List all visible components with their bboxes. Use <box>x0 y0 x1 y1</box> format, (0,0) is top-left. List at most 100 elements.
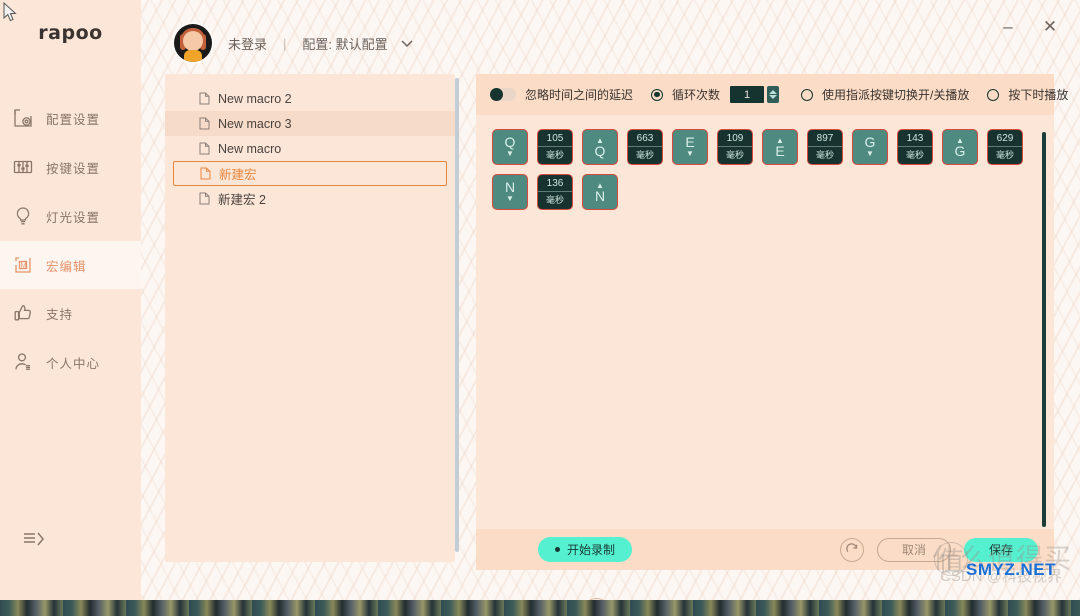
delay-unit: 毫秒 <box>546 193 564 207</box>
window-controls: – ✕ <box>996 14 1062 38</box>
login-status-label[interactable]: 未登录 <box>228 34 267 53</box>
key-direction-down-icon: ▼ <box>866 149 874 158</box>
macro-sequence-area: Q▼105毫秒▲Q663毫秒E▼109毫秒▲E897毫秒G▼143毫秒▲G629… <box>476 115 1054 529</box>
loop-count-radio[interactable] <box>651 89 663 101</box>
sidebar-item-key-settings[interactable]: 按键设置 <box>0 143 141 191</box>
loop-count-input[interactable]: 1 <box>730 86 764 103</box>
document-icon <box>199 92 210 105</box>
editor-toolbar: 忽略时间之间的延迟 循环次数 1 使用指派按键切换开/关播放 按下时播放 <box>476 74 1054 115</box>
watermark-smyz: SMYZ.NET <box>966 560 1056 580</box>
start-record-button[interactable]: 开始录制 <box>538 537 632 562</box>
macro-key-block[interactable]: ▲E <box>762 129 798 165</box>
document-icon <box>199 142 210 155</box>
reset-refresh-icon[interactable] <box>840 538 864 562</box>
macro-delay-block[interactable]: 105毫秒 <box>537 129 573 165</box>
delay-unit: 毫秒 <box>546 148 564 162</box>
minimize-button[interactable]: – <box>996 14 1020 38</box>
macro-key-block[interactable]: N▼ <box>492 174 528 210</box>
macro-key-block[interactable]: E▼ <box>672 129 708 165</box>
macro-delay-block[interactable]: 136毫秒 <box>537 174 573 210</box>
document-icon <box>199 117 210 130</box>
macro-delay-block[interactable]: 629毫秒 <box>987 129 1023 165</box>
ignore-delay-group: 忽略时间之间的延迟 <box>490 86 633 103</box>
macro-delay-block[interactable]: 109毫秒 <box>717 129 753 165</box>
header-separator: | <box>283 36 286 51</box>
toggle-playback-group: 使用指派按键切换开/关播放 <box>801 86 969 103</box>
macro-list-scrollbar[interactable] <box>455 78 459 552</box>
play-on-press-label: 按下时播放 <box>1008 86 1068 103</box>
ignore-delay-toggle[interactable] <box>490 88 516 101</box>
header-user-row: 未登录 | 配置: 默认配置 <box>174 24 414 62</box>
document-icon <box>199 192 210 205</box>
macro-list-item[interactable]: New macro 2 <box>165 86 455 111</box>
sidebar-item-label: 个人中心 <box>46 353 100 372</box>
macro-key-block[interactable]: ▲N <box>582 174 618 210</box>
delay-unit: 毫秒 <box>636 148 654 162</box>
key-glyph: Q <box>595 145 606 158</box>
delay-value: 109 <box>718 132 752 147</box>
macro-list-item[interactable]: New macro <box>165 136 455 161</box>
delay-unit: 毫秒 <box>816 148 834 162</box>
play-on-press-radio[interactable] <box>987 89 999 101</box>
profile-selector-label[interactable]: 配置: 默认配置 <box>302 34 387 53</box>
macro-key-block[interactable]: ▲G <box>942 129 978 165</box>
macro-item-label: New macro <box>218 142 281 156</box>
macro-list-item[interactable]: New macro 3 <box>165 111 455 136</box>
macro-item-label: New macro 2 <box>218 92 292 106</box>
macro-list-panel: New macro 2New macro 3New macro新建宏新建宏 2 … <box>165 74 455 562</box>
delay-value: 136 <box>538 177 572 192</box>
ignore-delay-label: 忽略时间之间的延迟 <box>525 86 633 103</box>
key-glyph: Q <box>505 136 516 149</box>
chevron-down-icon[interactable] <box>400 38 414 48</box>
key-direction-down-icon: ▼ <box>506 194 514 203</box>
key-glyph: E <box>775 145 784 158</box>
macro-key-block[interactable]: Q▼ <box>492 129 528 165</box>
key-glyph: G <box>955 145 966 158</box>
sidebar-item-label: 灯光设置 <box>46 207 100 226</box>
stepper-down-icon[interactable] <box>769 95 777 99</box>
macro-list: New macro 2 New macro 3 New macro 新建宏新建宏 2 <box>165 78 455 211</box>
sidebar-item-lighting-settings[interactable]: 灯光设置 <box>0 192 141 240</box>
collapse-menu-icon[interactable] <box>22 524 54 554</box>
toggle-playback-radio[interactable] <box>801 89 813 101</box>
avatar[interactable] <box>174 24 212 62</box>
rapoo-app-window: rapoo 配置设置 按键设置 <box>0 0 1080 600</box>
loop-count-stepper[interactable] <box>767 86 779 103</box>
key-settings-icon <box>0 156 46 178</box>
delay-value: 629 <box>988 132 1022 147</box>
close-button[interactable]: ✕ <box>1038 14 1062 38</box>
avatar-body <box>184 50 202 62</box>
stepper-up-icon[interactable] <box>769 90 777 94</box>
user-center-icon <box>0 351 46 373</box>
sidebar-item-user-center[interactable]: 个人中心 <box>0 338 141 386</box>
sidebar-item-support[interactable]: 支持 <box>0 289 141 337</box>
sidebar: rapoo 配置设置 按键设置 <box>0 0 141 600</box>
editor-scrollbar[interactable] <box>1042 132 1046 527</box>
support-thumbsup-icon <box>0 302 46 324</box>
sidebar-item-config-settings[interactable]: 配置设置 <box>0 94 141 142</box>
macro-key-block[interactable]: G▼ <box>852 129 888 165</box>
delay-unit: 毫秒 <box>996 148 1014 162</box>
loop-count-label: 循环次数 <box>672 86 720 103</box>
macro-delay-block[interactable]: 663毫秒 <box>627 129 663 165</box>
key-direction-down-icon: ▼ <box>506 149 514 158</box>
delay-value: 663 <box>628 132 662 147</box>
sidebar-item-label: 支持 <box>46 304 73 323</box>
macro-delay-block[interactable]: 897毫秒 <box>807 129 843 165</box>
macro-editor-panel: 忽略时间之间的延迟 循环次数 1 使用指派按键切换开/关播放 按下时播放 <box>476 74 1054 570</box>
macro-item-label: 新建宏 <box>219 164 257 183</box>
avatar-face <box>183 31 203 51</box>
macro-list-item[interactable]: 新建宏 <box>173 161 447 186</box>
macro-list-item[interactable]: 新建宏 2 <box>165 186 455 211</box>
macro-delay-block[interactable]: 143毫秒 <box>897 129 933 165</box>
document-icon <box>200 167 211 180</box>
delay-unit: 毫秒 <box>906 148 924 162</box>
svg-text:M: M <box>21 262 27 269</box>
macro-key-block[interactable]: ▲Q <box>582 129 618 165</box>
add-macro-button[interactable]: + <box>583 598 610 600</box>
delay-value: 143 <box>898 132 932 147</box>
sidebar-item-macro-editor[interactable]: M 宏编辑 <box>0 241 141 289</box>
delay-unit: 毫秒 <box>726 148 744 162</box>
rapoo-logo: rapoo <box>0 22 141 44</box>
key-glyph: N <box>595 190 605 203</box>
